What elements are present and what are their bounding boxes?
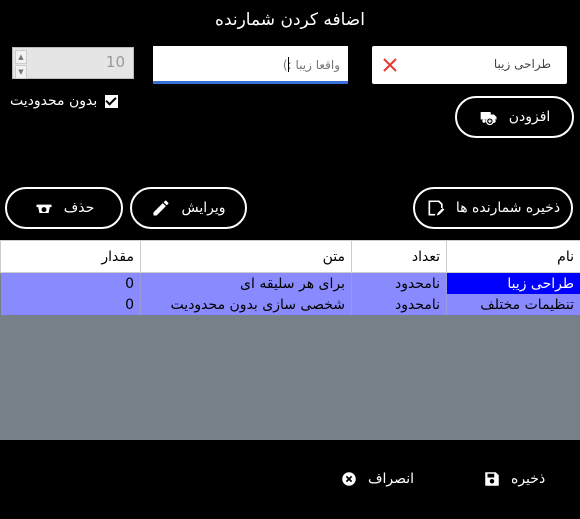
cell-text[interactable]: شخصی سازی بدون محدودیت	[140, 294, 352, 315]
stepper-down-icon[interactable]: ▼	[15, 65, 27, 79]
stepper-up-icon[interactable]: ▲	[15, 50, 27, 64]
checkbox-checked-icon[interactable]	[105, 94, 119, 108]
stepper-buttons[interactable]: ▲ ▼	[15, 50, 27, 79]
truck-add-icon	[480, 112, 497, 126]
delete-icon	[36, 204, 52, 213]
quantity-stepper[interactable]: ▲ ▼ 10	[12, 47, 134, 79]
dialog-title: اضافه کردن شمارنده	[215, 10, 365, 30]
cell-value[interactable]: 0	[0, 272, 141, 294]
unlimited-label: بدون محدودیت	[10, 93, 98, 109]
pencil-icon	[153, 200, 169, 216]
counter-name-value: طراحی زیبا	[493, 57, 551, 71]
edit-button[interactable]: ویرایش	[130, 187, 247, 229]
text-caret	[288, 57, 289, 72]
column-header-count[interactable]: تعداد	[351, 240, 447, 273]
counter-text-field[interactable]: واقعا زیبا :)	[153, 46, 348, 84]
cell-count[interactable]: نامحدود	[351, 294, 447, 315]
counter-name-field[interactable]: طراحی زیبا	[372, 46, 567, 84]
cell-name[interactable]: طراحی زیبا	[446, 272, 580, 294]
edit-button-label: ویرایش	[181, 200, 226, 216]
save-edit-icon	[428, 200, 445, 216]
cell-count[interactable]: نامحدود	[351, 272, 447, 294]
quantity-value: 10	[105, 53, 125, 71]
close-circle-icon	[342, 472, 356, 486]
clear-icon[interactable]	[380, 55, 400, 75]
column-header-text[interactable]: متن	[140, 240, 352, 273]
cell-name[interactable]: تنظیمات مختلف	[446, 294, 580, 315]
column-header-name[interactable]: نام	[446, 240, 580, 273]
unlimited-checkbox[interactable]: بدون محدودیت	[10, 91, 119, 111]
floppy-disk-icon	[485, 472, 499, 486]
cancel-button-label: انصراف	[368, 471, 415, 487]
save-button-label: ذخیره	[511, 471, 546, 487]
table-row[interactable]: طراحی زیبا نامحدود برای هر سلیقه ای 0	[0, 272, 580, 294]
column-header-value[interactable]: مقدار	[0, 240, 141, 273]
cancel-button[interactable]: انصراف	[340, 470, 414, 488]
save-counters-label: ذخیره شمارنده ها	[455, 200, 561, 216]
cell-text[interactable]: برای هر سلیقه ای	[140, 272, 352, 294]
add-button-label: افزودن	[508, 109, 551, 125]
table-row[interactable]: تنظیمات مختلف نامحدود شخصی سازی بدون محد…	[0, 294, 580, 315]
add-button[interactable]: افزودن	[455, 96, 574, 138]
save-counters-button[interactable]: ذخیره شمارنده ها	[413, 187, 573, 229]
cell-value[interactable]: 0	[0, 294, 141, 315]
table-header-row: نام تعداد متن مقدار	[0, 240, 580, 273]
counter-text-placeholder: واقعا زیبا :)	[282, 58, 340, 72]
save-button[interactable]: ذخیره	[483, 470, 545, 488]
counters-grid[interactable]: نام تعداد متن مقدار طراحی زیبا نامحدود ب…	[0, 240, 580, 440]
counters-table: نام تعداد متن مقدار طراحی زیبا نامحدود ب…	[0, 240, 580, 315]
delete-button-label: حذف	[63, 200, 95, 216]
delete-button[interactable]: حذف	[5, 187, 123, 229]
